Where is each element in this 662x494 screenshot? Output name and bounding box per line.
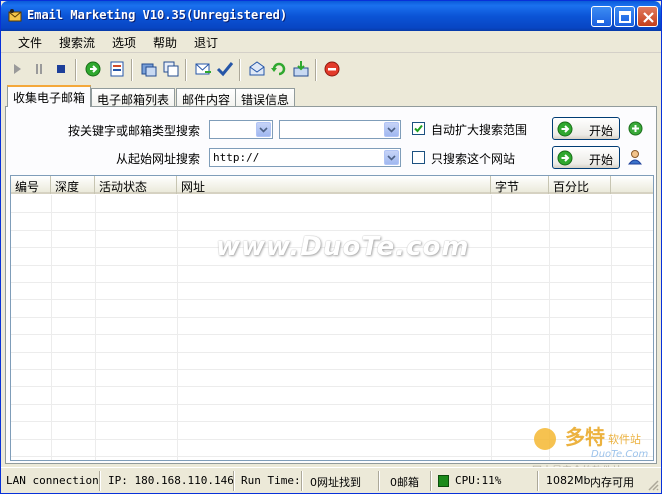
chevron-down-icon[interactable] (256, 122, 271, 137)
tab-collect-emails[interactable]: 收集电子邮箱 (7, 85, 92, 107)
svg-text:DuoTe.Com: DuoTe.Com (591, 449, 648, 460)
column-header-id[interactable]: 编号 (11, 176, 51, 194)
menu-file[interactable]: 文件 (18, 34, 42, 51)
status-separator (537, 471, 539, 491)
close-button[interactable] (637, 6, 658, 27)
close-icon (643, 12, 654, 23)
send-mail-icon[interactable] (193, 59, 213, 79)
status-ip: IP: 180.168.110.146 (108, 474, 234, 487)
url-search-label: 从起始网址搜索 (116, 152, 201, 166)
pause-icon[interactable] (29, 59, 49, 79)
minimize-icon (597, 20, 604, 23)
menu-help[interactable]: 帮助 (153, 34, 177, 51)
import-icon[interactable] (139, 59, 159, 79)
checkmark-icon (414, 124, 423, 133)
maximize-icon (619, 11, 631, 23)
start-url-input[interactable]: http:// (209, 148, 401, 167)
status-separator (233, 471, 235, 491)
keyword-select[interactable] (279, 120, 401, 139)
go-icon (557, 150, 573, 166)
email-type-select[interactable] (209, 120, 273, 139)
column-header-percent[interactable]: 百分比 (549, 176, 611, 194)
play-icon[interactable] (7, 59, 27, 79)
maximize-button[interactable] (614, 6, 635, 27)
status-connection: LAN connection (6, 474, 99, 487)
menu-bar: 文件 搜索流 选项 帮助 退订 (1, 31, 661, 53)
toolbar (1, 53, 661, 85)
auto-expand-label: 自动扩大搜索范围 (431, 123, 528, 137)
status-separator (430, 471, 432, 491)
toolbar-separator (75, 59, 77, 81)
toolbar-separator (239, 59, 241, 81)
collect-panel: 按关键字或邮箱类型搜索 自动扩大搜索范围 开始 从起始网址搜索 http:// … (5, 106, 657, 464)
copy-icon[interactable] (161, 59, 181, 79)
only-this-site-checkbox[interactable] (412, 151, 425, 164)
window-title: Email Marketing V10.35(Unregistered) (27, 8, 288, 22)
watermark-text: www.DuoTe.com (216, 232, 470, 262)
status-memory-value: 1082Mb (546, 474, 591, 487)
column-header-url[interactable]: 网址 (177, 176, 491, 194)
mailbox-icon[interactable] (247, 59, 267, 79)
list-header: 编号 深度 活动状态 网址 字节 百分比 (11, 176, 653, 194)
stop-icon[interactable] (51, 59, 71, 79)
tab-mail-content[interactable]: 邮件内容 (176, 88, 237, 107)
app-window: Email Marketing V10.35(Unregistered) 文件 … (0, 0, 662, 494)
status-separator (99, 471, 101, 491)
add-icon[interactable] (628, 121, 643, 136)
chevron-down-icon[interactable] (384, 122, 399, 137)
column-header-depth[interactable]: 深度 (51, 176, 95, 194)
title-bar[interactable]: Email Marketing V10.35(Unregistered) (1, 1, 661, 31)
toolbar-separator (131, 59, 133, 81)
start-keyword-button[interactable]: 开始 (552, 117, 620, 140)
keyword-search-label: 按关键字或邮箱类型搜索 (68, 124, 201, 138)
tab-error-info[interactable]: 错误信息 (235, 88, 296, 107)
column-header-status[interactable]: 活动状态 (95, 176, 177, 194)
status-cpu: CPU:11% (455, 474, 502, 487)
tab-email-list[interactable]: 电子邮箱列表 (91, 88, 176, 107)
svg-text:多特: 多特 (565, 425, 605, 449)
resize-grip-icon[interactable] (647, 479, 659, 491)
column-header-bytes[interactable]: 字节 (491, 176, 549, 194)
menu-search-flow[interactable]: 搜索流 (59, 34, 95, 51)
chevron-down-icon[interactable] (384, 150, 399, 165)
status-memory-label: 内存可用 (590, 476, 634, 489)
toolbar-separator (185, 59, 187, 81)
list-icon[interactable] (107, 59, 127, 79)
status-separator (301, 471, 303, 491)
exit-icon[interactable] (322, 59, 342, 79)
export-icon[interactable] (291, 59, 311, 79)
only-this-site-label: 只搜索这个网站 (431, 152, 516, 166)
minimize-button[interactable] (591, 6, 612, 27)
refresh-icon[interactable] (269, 59, 289, 79)
start-url-button[interactable]: 开始 (552, 146, 620, 169)
verify-icon[interactable] (215, 59, 235, 79)
cpu-meter-icon (438, 475, 449, 487)
status-bar: LAN connection IP: 180.168.110.146 Run T… (1, 467, 661, 493)
status-run-time-label: Run Time: (241, 474, 301, 487)
go-icon (557, 121, 573, 137)
tab-strip: 收集电子邮箱 电子邮箱列表 邮件内容 错误信息 (1, 85, 661, 107)
auto-expand-checkbox[interactable] (412, 122, 425, 135)
user-icon[interactable] (627, 149, 643, 165)
status-urls-found: 0网址找到 (310, 476, 361, 489)
menu-options[interactable]: 选项 (112, 34, 136, 51)
go-icon[interactable] (83, 59, 103, 79)
svg-text:软件站: 软件站 (608, 432, 641, 446)
menu-unsubscribe[interactable]: 退订 (194, 34, 218, 51)
status-emails: 0邮箱 (390, 476, 419, 489)
app-icon (8, 9, 22, 22)
status-separator (378, 471, 380, 491)
toolbar-separator (315, 59, 317, 81)
